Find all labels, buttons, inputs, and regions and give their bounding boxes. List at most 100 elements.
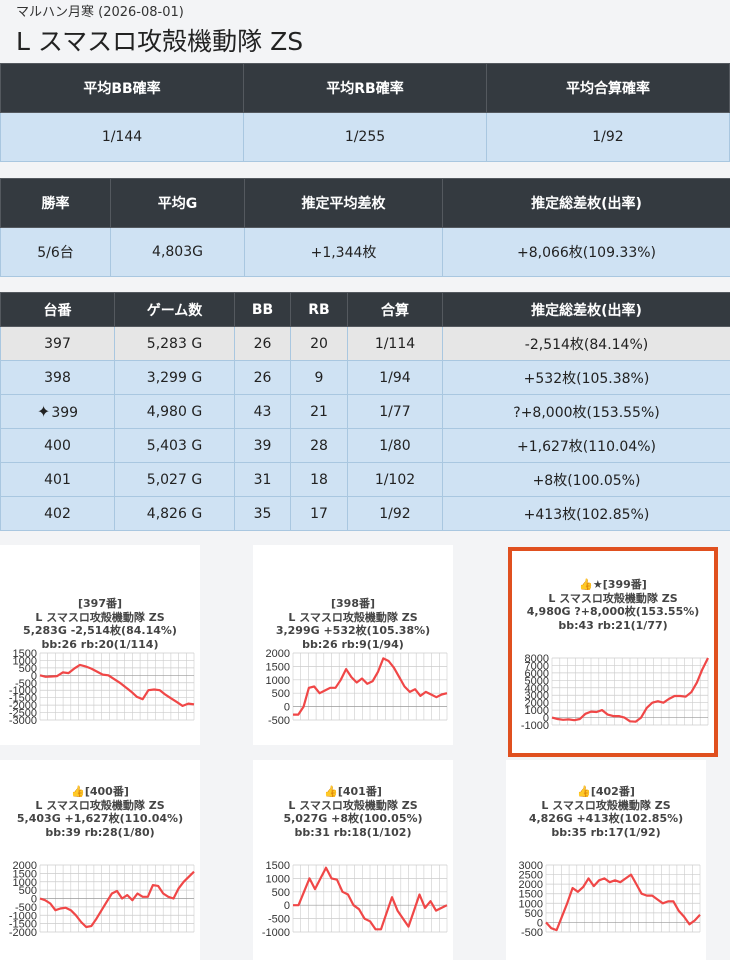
chart-bonus-text: bb:39 rb:28(1/80) [45, 825, 155, 839]
chart-model-name: L スマスロ攻殻機動隊 ZS [288, 610, 418, 624]
table-row: 398 3,299 G 26 9 1/94 +532枚(105.38%) [0, 360, 730, 395]
y-tick-label: 0 [284, 900, 290, 912]
chart-card-398[interactable]: [398番] L スマスロ攻殻機動隊 ZS 3,299G +532枚(105.3… [253, 545, 453, 745]
table-row: 401 5,027 G 31 18 1/102 +8枚(100.05%) [0, 462, 730, 497]
bb-count: 43 [234, 394, 291, 429]
value-total-diff: +8,066枚(109.33%) [442, 227, 730, 277]
rb-count: 17 [290, 496, 348, 531]
store-date-label: マルハン月寒 (2026-08-01) [16, 5, 184, 20]
page-header: マルハン月寒 (2026-08-01) L スマスロ攻殻機動隊 ZS [0, 0, 730, 62]
machine-number: 402 [0, 496, 115, 531]
chart-info: 👍[401番] L スマスロ攻殻機動隊 ZS 5,027G +8枚(100.05… [253, 785, 453, 839]
chart-result-text: 4,826G +413枚(102.85%) [528, 812, 684, 825]
total-probability: 1/114 [347, 326, 443, 361]
total-diff: -2,514枚(84.14%) [442, 326, 730, 361]
y-tick-label: -1000 [521, 720, 549, 732]
total-diff: +413枚(102.85%) [442, 496, 730, 531]
game-count: 5,403 G [114, 428, 235, 463]
line-chart-399: 800070006000500040003000200010000-1000 [521, 653, 709, 732]
game-count: 4,826 G [114, 496, 235, 531]
y-tick-label: -500 [521, 927, 543, 939]
y-tick-label: 1000 [266, 675, 290, 687]
chart-card-402[interactable]: 👍[402番] L スマスロ攻殻機動隊 ZS 4,826G +413枚(102.… [506, 760, 706, 960]
sparkle-icon: ✦ [36, 402, 51, 421]
total-diff: +8枚(100.05%) [442, 462, 730, 497]
game-count: 5,283 G [114, 326, 235, 361]
chart-model-name: L スマスロ攻殻機動隊 ZS [541, 798, 671, 812]
game-count: 5,027 G [114, 462, 235, 497]
total-probability: 1/80 [347, 428, 443, 463]
total-probability: 1/92 [347, 496, 443, 531]
chart-bonus-text: bb:31 rb:18(1/102) [294, 825, 412, 839]
table-row: ✦399 4,980 G 43 21 1/77 ?+8,000枚(153.55%… [0, 394, 730, 429]
chart-info: 👍★[399番] L スマスロ攻殻機動隊 ZS 4,980G ?+8,000枚(… [512, 578, 714, 632]
chart-model-name: L スマスロ攻殻機動隊 ZS [288, 798, 418, 812]
y-tick-label: -2000 [9, 927, 37, 939]
table-row: 400 5,403 G 39 28 1/80 +1,627枚(110.04%) [0, 428, 730, 463]
page-title: L スマスロ攻殻機動隊 ZS [16, 27, 304, 56]
chart-model-name: L スマスロ攻殻機動隊 ZS [548, 591, 678, 605]
y-tick-label: -1000 [262, 927, 290, 939]
line-chart-397: 150010005000-500-1000-1500-2000-2500-300… [9, 648, 195, 727]
machine-table: 台番 ゲーム数 BB RB 合算 推定総差枚(出率) 397 5,283 G 2… [0, 292, 730, 531]
y-tick-label: 1500 [266, 860, 290, 872]
y-tick-label: 1000 [266, 873, 290, 885]
machine-number: 400 [0, 428, 115, 463]
chart-machine-label: 👍[400番] [71, 785, 129, 798]
y-tick-label: -500 [268, 914, 290, 926]
rb-count: 9 [290, 360, 348, 395]
header-diff: 推定総差枚(出率) [442, 292, 730, 327]
chart-machine-label: 👍[402番] [577, 785, 635, 798]
bb-count: 26 [234, 326, 291, 361]
chart-card-401[interactable]: 👍[401番] L スマスロ攻殻機動隊 ZS 5,027G +8枚(100.05… [253, 760, 453, 960]
machine-number: 398 [0, 360, 115, 395]
value-avg-games: 4,803G [110, 227, 245, 277]
value-avg-diff: +1,344枚 [244, 227, 443, 277]
chart-card-399-highlighted[interactable]: 👍★[399番] L スマスロ攻殻機動隊 ZS 4,980G ?+8,000枚(… [508, 547, 718, 757]
y-tick-label: 500 [272, 688, 290, 700]
y-tick-label: 500 [272, 887, 290, 899]
machine-number: 401 [0, 462, 115, 497]
rb-count: 21 [290, 394, 348, 429]
bb-count: 35 [234, 496, 291, 531]
header-total: 合算 [347, 292, 443, 327]
chart-result-text: 4,980G ?+8,000枚(153.55%) [526, 605, 700, 618]
chart-bonus-text: bb:35 rb:17(1/92) [551, 825, 661, 839]
game-count: 4,980 G [114, 394, 235, 429]
line-chart-400: 2000150010005000-500-1000-1500-2000 [9, 860, 195, 939]
total-diff: +1,627枚(110.04%) [442, 428, 730, 463]
value-avg-rb: 1/255 [243, 112, 487, 162]
y-tick-label: -3000 [9, 715, 37, 727]
line-chart-401: 15001000 5000 -500-1000 [262, 860, 448, 939]
total-probability: 1/94 [347, 360, 443, 395]
header-avg-total: 平均合算確率 [486, 63, 730, 113]
header-games: ゲーム数 [114, 292, 235, 327]
header-avg-bb: 平均BB確率 [0, 63, 244, 113]
chart-bonus-text: bb:43 rb:21(1/77) [558, 618, 668, 632]
total-probability: 1/77 [347, 394, 443, 429]
result-summary-table: 勝率 平均G 推定平均差枚 推定総差枚(出率) 5/6台 4,803G +1,3… [0, 178, 730, 277]
chart-info: 👍[402番] L スマスロ攻殻機動隊 ZS 4,826G +413枚(102.… [506, 785, 706, 839]
total-diff: +532枚(105.38%) [442, 360, 730, 395]
chart-card-400[interactable]: 👍[400番] L スマスロ攻殻機動隊 ZS 5,403G +1,627枚(11… [0, 760, 200, 960]
y-tick-label: 1500 [266, 661, 290, 673]
chart-card-397[interactable]: [397番] L スマスロ攻殻機動隊 ZS 5,283G -2,514枚(84.… [0, 545, 200, 745]
line-chart-402: 300025002000150010005000-500 [519, 860, 701, 939]
total-diff: ?+8,000枚(153.55%) [442, 394, 730, 429]
rb-count: 28 [290, 428, 348, 463]
rb-count: 18 [290, 462, 348, 497]
chart-result-text: 5,403G +1,627枚(110.04%) [16, 812, 184, 825]
header-bb: BB [234, 292, 291, 327]
machine-number: 397 [0, 326, 115, 361]
header-avg-rb: 平均RB確率 [243, 63, 487, 113]
machine-number: ✦399 [0, 394, 115, 429]
chart-model-name: L スマスロ攻殻機動隊 ZS [35, 610, 165, 624]
chart-info: 👍[400番] L スマスロ攻殻機動隊 ZS 5,403G +1,627枚(11… [0, 785, 200, 839]
header-win-rate: 勝率 [0, 178, 111, 228]
header-machine-no: 台番 [0, 292, 115, 327]
header-rb: RB [290, 292, 348, 327]
chart-result-text: 5,283G -2,514枚(84.14%) [23, 624, 177, 637]
chart-result-text: 3,299G +532枚(105.38%) [275, 624, 431, 637]
table-row: 397 5,283 G 26 20 1/114 -2,514枚(84.14%) [0, 326, 730, 361]
value-avg-total: 1/92 [486, 112, 730, 162]
